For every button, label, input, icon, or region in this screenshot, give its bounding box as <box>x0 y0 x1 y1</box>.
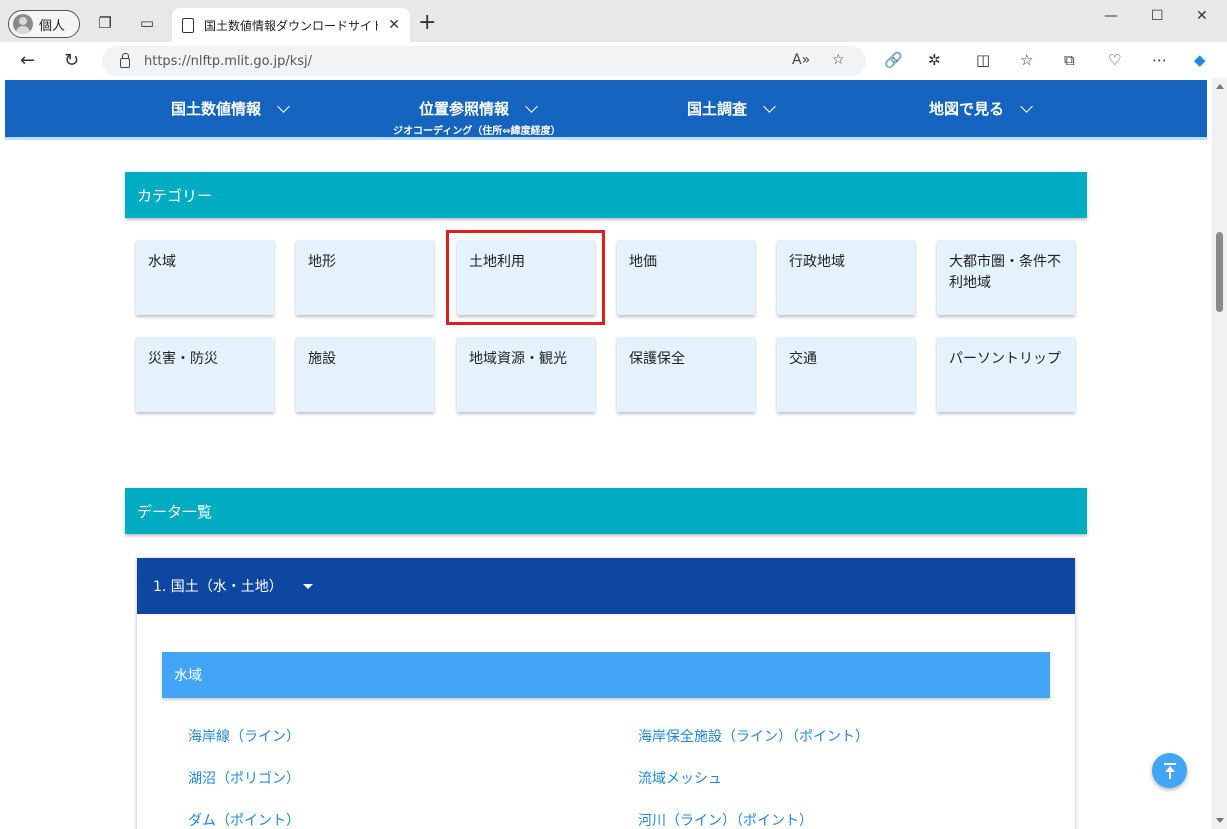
data-link[interactable]: 海岸保全施設（ライン）（ポイント） <box>638 726 869 746</box>
workspaces-icon[interactable]: ❐ <box>96 14 114 32</box>
close-window-icon[interactable]: ✕ <box>1196 8 1208 24</box>
scroll-down-icon[interactable] <box>1216 818 1224 823</box>
data-link[interactable]: 流域メッシュ <box>638 768 722 788</box>
chevron-down-icon <box>1020 99 1033 113</box>
tab-bar: 個人 ❐ ▭ 国土数値情報ダウンロードサイト ✕ + — ☐ ✕ <box>0 0 1227 42</box>
link-icon[interactable]: 🔗 <box>884 51 903 69</box>
profile-button[interactable]: 個人 <box>8 10 80 38</box>
url-text: https://nlftp.mlit.go.jp/ksj/ <box>144 53 313 69</box>
nav-ichi-sansho[interactable]: 位置参照情報 <box>419 98 538 119</box>
page-icon <box>182 17 194 33</box>
vertical-scrollbar[interactable] <box>1212 78 1227 829</box>
highlight-box <box>446 230 605 325</box>
close-tab-icon[interactable]: ✕ <box>388 17 400 33</box>
category-card[interactable]: 地域資源・観光 <box>457 337 595 412</box>
profile-label: 個人 <box>39 18 66 34</box>
chevron-down-icon <box>277 99 290 113</box>
address-bar: ← ↻ https://nlftp.mlit.go.jp/ksj/ A» ☆ <box>0 42 1227 78</box>
avatar <box>13 14 33 34</box>
data-list-heading: データ一覧 <box>125 488 1087 534</box>
tab-actions-icon[interactable]: ▭ <box>138 14 156 32</box>
scroll-to-top-button[interactable] <box>1152 753 1187 788</box>
panel-header[interactable]: 1. 国土（水・土地） <box>137 558 1075 614</box>
back-icon[interactable]: ← <box>20 50 35 71</box>
category-card[interactable]: 水域 <box>136 240 274 315</box>
site-navigation: 国土数値情報 位置参照情報 ジオコーディング（住所⇔緯度経度） 国土調査 地図で… <box>5 80 1207 140</box>
category-card[interactable]: 地価 <box>617 240 755 315</box>
data-link[interactable]: 湖沼（ポリゴン） <box>188 768 300 788</box>
category-card[interactable]: 大都市圏・条件不利地域 <box>937 240 1075 315</box>
nav-kokudo-suchi[interactable]: 国土数値情報 <box>171 98 290 119</box>
data-link[interactable]: 河川（ライン）（ポイント） <box>638 810 813 829</box>
refresh-icon[interactable]: ↻ <box>64 50 79 71</box>
tab-title: 国土数値情報ダウンロードサイト <box>204 18 379 33</box>
category-card[interactable]: 施設 <box>296 337 434 412</box>
copilot-icon[interactable]: ◆ <box>1194 51 1206 69</box>
new-tab-icon[interactable]: + <box>418 12 436 34</box>
category-card[interactable]: 災害・防災 <box>136 337 274 412</box>
caret-down-icon <box>302 583 313 589</box>
more-icon[interactable]: ⋯ <box>1152 51 1167 69</box>
favorites-icon[interactable]: ☆ <box>1020 51 1033 69</box>
active-tab[interactable]: 国土数値情報ダウンロードサイト ✕ <box>172 8 410 42</box>
page-content: 国土数値情報 位置参照情報 ジオコーディング（住所⇔緯度経度） 国土調査 地図で… <box>0 78 1212 829</box>
read-aloud-icon[interactable]: A» <box>792 52 810 68</box>
nav-chizu[interactable]: 地図で見る <box>929 98 1033 119</box>
nav-label: 地図で見る <box>929 100 1005 118</box>
nav-sub-label: ジオコーディング（住所⇔緯度経度） <box>393 126 561 137</box>
nav-label: 国土調査 <box>687 100 748 118</box>
nav-label: 位置参照情報 <box>419 100 510 118</box>
category-card[interactable]: 交通 <box>777 337 915 412</box>
arrow-up-icon <box>1163 763 1176 765</box>
category-card[interactable]: 行政地域 <box>777 240 915 315</box>
data-link[interactable]: ダム（ポイント） <box>188 810 300 829</box>
chevron-down-icon <box>763 99 776 113</box>
category-heading: カテゴリー <box>125 172 1087 218</box>
data-link[interactable]: 海岸線（ライン） <box>188 726 300 746</box>
data-panel: 1. 国土（水・土地） 水域 海岸線（ライン） 海岸保全施設（ライン）（ポイント… <box>137 558 1075 829</box>
maximize-icon[interactable]: ☐ <box>1151 8 1164 24</box>
split-screen-icon[interactable]: ◫ <box>976 51 990 69</box>
category-card[interactable]: 保護保全 <box>617 337 755 412</box>
scroll-up-icon[interactable] <box>1216 84 1224 89</box>
panel-title: 1. 国土（水・土地） <box>153 579 283 595</box>
extensions-icon[interactable]: ✲ <box>928 51 941 69</box>
nav-label: 国土数値情報 <box>171 100 262 118</box>
collections-icon[interactable]: ⧉ <box>1064 51 1075 69</box>
arrow-up-stem <box>1168 771 1171 779</box>
category-card[interactable]: パーソントリップ <box>937 337 1075 412</box>
browser-essentials-icon[interactable]: ♡ <box>1108 51 1121 69</box>
category-card[interactable]: 地形 <box>296 240 434 315</box>
minimize-icon[interactable]: — <box>1104 8 1118 24</box>
nav-kokudo-chosa[interactable]: 国土調査 <box>687 98 776 119</box>
subsection-heading: 水域 <box>162 652 1050 698</box>
favorite-star-icon[interactable]: ☆ <box>832 52 845 68</box>
url-field[interactable]: https://nlftp.mlit.go.jp/ksj/ A» ☆ <box>102 46 866 76</box>
lock-icon <box>120 52 130 68</box>
scrollbar-thumb[interactable] <box>1216 232 1223 312</box>
chevron-down-icon <box>525 99 538 113</box>
